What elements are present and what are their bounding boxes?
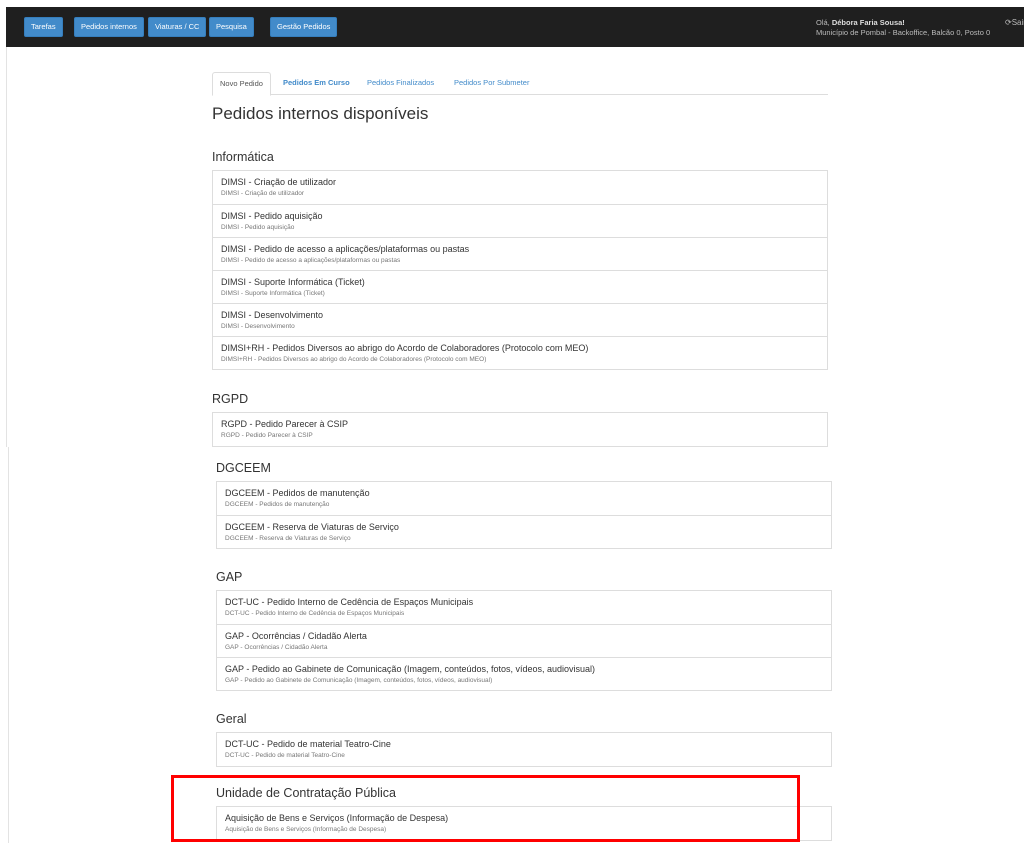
left-border xyxy=(6,47,7,447)
list-item[interactable]: DIMSI+RH - Pedidos Diversos ao abrigo do… xyxy=(213,336,827,369)
item-title: DIMSI - Criação de utilizador xyxy=(221,177,337,187)
item-title: DIMSI - Desenvolvimento xyxy=(221,310,324,320)
group-title: Informática xyxy=(212,150,274,164)
item-title: DGCEEM - Pedidos de manutenção xyxy=(225,488,370,498)
item-subtitle: DIMSI+RH - Pedidos Diversos ao abrigo do… xyxy=(221,356,487,363)
item-title: DCT-UC - Pedido Interno de Cedência de E… xyxy=(225,597,474,607)
group-gap: GAP DCT-UC - Pedido Interno de Cedência … xyxy=(216,568,832,691)
logout-label: Sair xyxy=(1011,18,1024,27)
item-subtitle: DGCEEM - Reserva de Viaturas de Serviço xyxy=(225,535,351,542)
item-subtitle: DIMSI - Suporte Informática (Ticket) xyxy=(221,290,325,297)
item-title: GAP - Pedido ao Gabinete de Comunicação … xyxy=(225,664,596,674)
request-list: DCT-UC - Pedido de material Teatro-Cine D… xyxy=(216,732,832,767)
request-list: Aquisição de Bens e Serviços (Informação… xyxy=(216,806,832,841)
item-subtitle: Aquisição de Bens e Serviços (Informação… xyxy=(225,826,387,833)
item-subtitle: DIMSI - Pedido aquisição xyxy=(221,224,295,231)
page-title: Pedidos internos disponíveis xyxy=(212,104,429,123)
list-item[interactable]: DIMSI - Desenvolvimento DIMSI - Desenvolv… xyxy=(213,303,827,336)
list-item[interactable]: DGCEEM - Reserva de Viaturas de Serviço D… xyxy=(217,515,831,548)
tab-novo-pedido[interactable]: Novo Pedido xyxy=(212,72,271,96)
left-border-lower xyxy=(8,447,9,843)
item-title: DIMSI - Pedido de acesso a aplicações/pl… xyxy=(221,244,470,254)
user-greeting: Olá, Débora Faria Sousa! xyxy=(816,18,990,28)
item-subtitle: DGCEEM - Pedidos de manutenção xyxy=(225,501,330,508)
tab-pedidos-finalizados[interactable]: Pedidos Finalizados xyxy=(360,72,441,95)
item-subtitle: RGPD - Pedido Parecer à CSIP xyxy=(221,432,313,439)
list-item[interactable]: DGCEEM - Pedidos de manutenção DGCEEM - P… xyxy=(217,482,831,515)
group-title: DGCEEM xyxy=(216,461,271,475)
nav-button-viaturas[interactable]: Viaturas / CC xyxy=(148,17,207,37)
item-subtitle: DIMSI - Desenvolvimento xyxy=(221,323,295,330)
tab-pedidos-por-submeter[interactable]: Pedidos Por Submeter xyxy=(447,72,536,95)
list-item[interactable]: DIMSI - Suporte Informática (Ticket) DIMS… xyxy=(213,270,827,303)
nav-button-pedidos-internos[interactable]: Pedidos internos xyxy=(74,17,144,37)
user-name: Débora Faria Sousa! xyxy=(831,18,905,27)
item-subtitle: DIMSI - Pedido de acesso a aplicações/pl… xyxy=(221,257,401,264)
tab-pedidos-em-curso[interactable]: Pedidos Em Curso xyxy=(276,72,357,95)
top-navbar: Tarefas Pedidos internos Viaturas / CC P… xyxy=(6,7,1024,47)
list-item[interactable]: DIMSI - Pedido aquisição DIMSI - Pedido a… xyxy=(213,204,827,237)
list-item[interactable]: GAP - Ocorrências / Cidadão Alerta GAP - … xyxy=(217,624,831,657)
item-title: DIMSI - Pedido aquisição xyxy=(221,211,323,221)
request-list: DIMSI - Criação de utilizador DIMSI - Cri… xyxy=(212,170,828,370)
group-dgceem: DGCEEM DGCEEM - Pedidos de manutenção DGC… xyxy=(216,459,832,549)
request-list: DCT-UC - Pedido Interno de Cedência de E… xyxy=(216,590,832,691)
list-item[interactable]: RGPD - Pedido Parecer à CSIP RGPD - Pedid… xyxy=(213,413,827,446)
item-subtitle: GAP - Ocorrências / Cidadão Alerta xyxy=(225,644,328,651)
item-title: DIMSI+RH - Pedidos Diversos ao abrigo do… xyxy=(221,343,589,353)
group-title: Geral xyxy=(216,712,247,726)
list-item[interactable]: DCT-UC - Pedido Interno de Cedência de E… xyxy=(217,591,831,624)
item-title: DCT-UC - Pedido de material Teatro-Cine xyxy=(225,739,391,749)
user-info: Olá, Débora Faria Sousa! Município de Po… xyxy=(816,18,990,38)
user-location: Município de Pombal - Backoffice, Balcão… xyxy=(816,28,991,37)
list-item[interactable]: Aquisição de Bens e Serviços (Informação… xyxy=(217,807,831,840)
item-title: DIMSI - Suporte Informática (Ticket) xyxy=(221,277,365,287)
list-item[interactable]: GAP - Pedido ao Gabinete de Comunicação … xyxy=(217,657,831,690)
nav-button-pesquisa[interactable]: Pesquisa xyxy=(209,17,254,37)
item-title: DGCEEM - Reserva de Viaturas de Serviço xyxy=(225,522,399,532)
group-unidade-contratacao-publica: Unidade de Contratação Pública Aquisição… xyxy=(216,784,832,841)
list-item[interactable]: DCT-UC - Pedido de material Teatro-Cine D… xyxy=(217,733,831,766)
group-informatica: Informática DIMSI - Criação de utilizado… xyxy=(212,148,828,370)
nav-button-tarefas[interactable]: Tarefas xyxy=(24,17,63,37)
request-list: DGCEEM - Pedidos de manutenção DGCEEM - P… xyxy=(216,481,832,549)
logout-link[interactable]: ⟳Sair xyxy=(1005,18,1024,27)
group-title: GAP xyxy=(216,570,243,584)
logout-icon: ⟳ xyxy=(1005,18,1012,27)
list-item[interactable]: DIMSI - Criação de utilizador DIMSI - Cri… xyxy=(213,171,827,204)
item-subtitle: GAP - Pedido ao Gabinete de Comunicação … xyxy=(225,677,493,684)
group-rgpd: RGPD RGPD - Pedido Parecer à CSIP RGPD - … xyxy=(212,390,828,447)
request-list: RGPD - Pedido Parecer à CSIP RGPD - Pedid… xyxy=(212,412,828,447)
group-geral: Geral DCT-UC - Pedido de material Teatro… xyxy=(216,710,832,767)
item-title: Aquisição de Bens e Serviços (Informação… xyxy=(225,813,449,823)
group-title: Unidade de Contratação Pública xyxy=(216,786,396,800)
greeting-prefix: Olá, xyxy=(816,18,832,27)
item-title: RGPD - Pedido Parecer à CSIP xyxy=(221,419,349,429)
item-title: GAP - Ocorrências / Cidadão Alerta xyxy=(225,631,367,641)
tab-bar: Novo Pedido Pedidos Em Curso Pedidos Fin… xyxy=(212,72,828,96)
item-subtitle: DIMSI - Criação de utilizador xyxy=(221,190,305,197)
list-item[interactable]: DIMSI - Pedido de acesso a aplicações/pl… xyxy=(213,237,827,270)
item-subtitle: DCT-UC - Pedido de material Teatro-Cine xyxy=(225,752,345,759)
item-subtitle: DCT-UC - Pedido Interno de Cedência de E… xyxy=(225,610,405,617)
group-title: RGPD xyxy=(212,392,249,406)
nav-button-gestao-pedidos[interactable]: Gestão Pedidos xyxy=(270,17,338,37)
